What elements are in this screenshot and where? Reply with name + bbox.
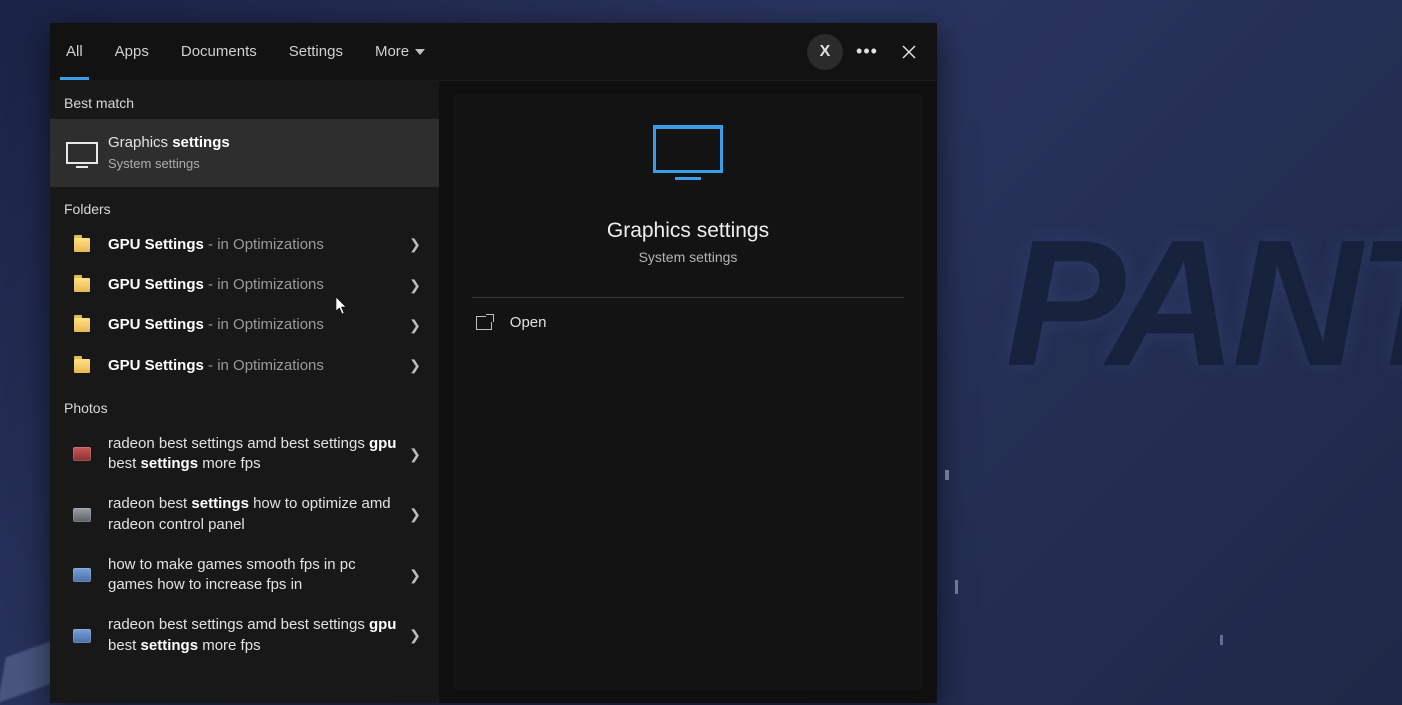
tab-settings-label: Settings [289, 43, 343, 60]
photo-text-seg: radeon best settings amd best settings [108, 435, 369, 452]
section-folders: Folders [50, 187, 439, 225]
best-match-title-bold: settings [172, 134, 230, 151]
monitor-icon [653, 125, 723, 173]
image-thumbnail-icon [73, 568, 91, 582]
search-topbar: All Apps Documents Settings More X ••• [50, 23, 937, 81]
chevron-right-icon[interactable]: ❯ [403, 357, 427, 374]
chevron-right-icon[interactable]: ❯ [403, 446, 427, 463]
folder-icon [74, 359, 90, 373]
results-list: Best match Graphics settings System sett… [50, 81, 439, 703]
folder-name: GPU Settings [108, 276, 204, 293]
windows-search-panel: All Apps Documents Settings More X ••• B… [50, 23, 937, 703]
section-best-match: Best match [50, 81, 439, 119]
chevron-right-icon[interactable]: ❯ [403, 277, 427, 294]
desktop-wallpaper-speck [1220, 635, 1223, 645]
image-thumbnail-icon [73, 447, 91, 461]
topbar-actions: X ••• [807, 23, 937, 80]
folder-result[interactable]: GPU Settings - in Optimizations ❯ [50, 265, 439, 305]
best-match-result[interactable]: Graphics settings System settings [50, 119, 439, 187]
folder-location: - in Optimizations [204, 357, 324, 374]
photo-text-seg: best [108, 637, 141, 654]
folder-location: - in Optimizations [204, 236, 324, 253]
preview-title: Graphics settings [607, 219, 769, 243]
photo-result[interactable]: radeon best settings amd best settings g… [50, 605, 439, 666]
chevron-right-icon[interactable]: ❯ [403, 317, 427, 334]
folder-name: GPU Settings [108, 316, 204, 333]
image-thumbnail-icon [73, 508, 91, 522]
tab-more-label: More [375, 43, 409, 60]
photo-result[interactable]: radeon best settings amd best settings g… [50, 424, 439, 485]
open-icon [476, 316, 492, 330]
photo-text-bold: settings [141, 455, 199, 472]
chevron-right-icon[interactable]: ❯ [403, 236, 427, 253]
folder-result[interactable]: GPU Settings - in Optimizations ❯ [50, 346, 439, 386]
monitor-icon [66, 142, 98, 164]
tab-all-label: All [66, 43, 83, 60]
preview-pane: Graphics settings System settings Open [439, 81, 937, 703]
tab-more[interactable]: More [359, 23, 441, 80]
x-badge-button[interactable]: X [807, 34, 843, 70]
folder-icon [74, 278, 90, 292]
folder-result[interactable]: GPU Settings - in Optimizations ❯ [50, 305, 439, 345]
open-action[interactable]: Open [472, 298, 904, 347]
tab-settings[interactable]: Settings [273, 23, 359, 80]
photo-text-bold: settings [191, 495, 249, 512]
tab-all[interactable]: All [50, 23, 99, 80]
folder-icon [74, 318, 90, 332]
folder-name: GPU Settings [108, 357, 204, 374]
photo-text-bold: settings [141, 637, 199, 654]
photo-result[interactable]: radeon best settings how to optimize amd… [50, 484, 439, 545]
search-tabs: All Apps Documents Settings More [50, 23, 441, 80]
open-label: Open [510, 314, 547, 331]
desktop-wallpaper-speck [955, 580, 958, 594]
tab-apps-label: Apps [115, 43, 149, 60]
desktop-wallpaper-text: PANT [1005, 200, 1402, 407]
photo-result[interactable]: how to make games smooth fps in pc games… [50, 545, 439, 606]
chevron-down-icon [415, 49, 425, 55]
section-photos: Photos [50, 386, 439, 424]
chevron-right-icon[interactable]: ❯ [403, 627, 427, 644]
tab-documents-label: Documents [181, 43, 257, 60]
photo-text-seg: radeon best settings amd best settings [108, 616, 369, 633]
folder-result[interactable]: GPU Settings - in Optimizations ❯ [50, 225, 439, 265]
folder-name: GPU Settings [108, 236, 204, 253]
best-match-title-pre: Graphics [108, 134, 172, 151]
ellipsis-icon: ••• [856, 41, 878, 62]
photo-text-seg: more fps [198, 637, 261, 654]
photo-text-seg: best [108, 455, 141, 472]
tab-documents[interactable]: Documents [165, 23, 273, 80]
chevron-right-icon[interactable]: ❯ [403, 506, 427, 523]
photo-text-bold: gpu [369, 616, 397, 633]
folder-icon [74, 238, 90, 252]
photo-text-seg: how to make games smooth fps in pc games… [108, 556, 356, 593]
x-badge-label: X [820, 43, 831, 61]
photo-text-seg: radeon best [108, 495, 191, 512]
close-icon [902, 45, 916, 59]
more-options-button[interactable]: ••• [849, 34, 885, 70]
image-thumbnail-icon [73, 629, 91, 643]
preview-subtitle: System settings [639, 249, 738, 265]
best-match-subtitle: System settings [108, 155, 427, 173]
chevron-right-icon[interactable]: ❯ [403, 567, 427, 584]
photo-text-seg: more fps [198, 455, 261, 472]
photo-text-bold: gpu [369, 435, 397, 452]
folder-location: - in Optimizations [204, 316, 324, 333]
close-button[interactable] [891, 34, 927, 70]
tab-apps[interactable]: Apps [99, 23, 165, 80]
folder-location: - in Optimizations [204, 276, 324, 293]
desktop-wallpaper-speck [945, 470, 949, 480]
